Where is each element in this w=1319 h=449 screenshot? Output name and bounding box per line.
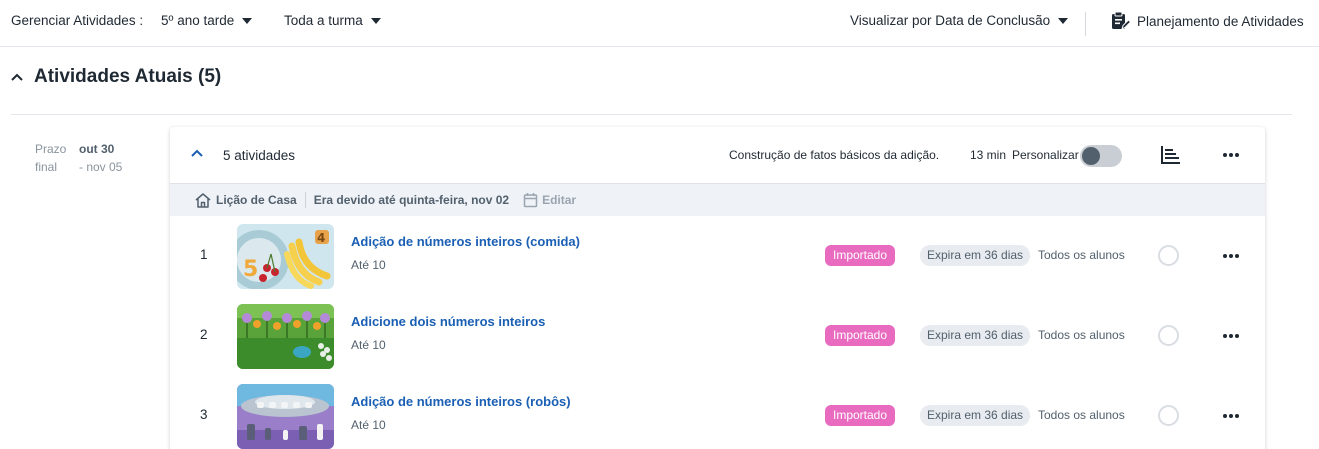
activity-group-card: 5 atividades Construção de fatos básicos…: [170, 127, 1265, 449]
class-dropdown[interactable]: 5º ano tarde: [161, 13, 253, 28]
group-dropdown-label: Toda a turma: [284, 13, 363, 28]
personalize-label: Personalizar: [1012, 148, 1079, 162]
activity-row: 1 5 4 Adição de números inteiros (comida…: [170, 216, 1265, 296]
activity-row: 2 Adicione dois números inteiros Até 10 …: [170, 296, 1265, 376]
toggle-knob: [1082, 147, 1100, 165]
activity-title-link[interactable]: Adição de números inteiros (comida): [351, 234, 580, 249]
more-options-icon[interactable]: [1222, 247, 1240, 265]
caret-down-icon: [242, 17, 253, 24]
manage-activities-label: Gerenciar Atividades :: [11, 13, 144, 28]
top-toolbar: Gerenciar Atividades : 5º ano tarde Toda…: [0, 0, 1319, 47]
svg-text:4: 4: [317, 231, 325, 245]
collapse-chevron-icon[interactable]: [190, 148, 204, 158]
report-chart-icon[interactable]: [1160, 145, 1182, 165]
activity-number: 2: [200, 327, 208, 342]
chevron-up-icon: [11, 73, 23, 81]
activity-thumbnail-flowers[interactable]: [237, 304, 334, 369]
planning-edit-icon: [1112, 11, 1131, 30]
due-date-range: Prazo out 30 final - nov 05: [35, 140, 122, 176]
view-by-dropdown-label: Visualizar por Data de Conclusão: [850, 13, 1051, 28]
status-circle[interactable]: [1158, 405, 1179, 426]
estimated-time: 13 min: [970, 148, 1007, 162]
activity-title-link[interactable]: Adição de números inteiros (robôs): [351, 394, 571, 409]
activity-number: 3: [200, 407, 208, 422]
homework-tag: Lição de Casa: [194, 192, 297, 208]
more-options-icon[interactable]: [1222, 146, 1240, 164]
personalize-toggle[interactable]: [1080, 145, 1122, 167]
imported-badge: Importado: [825, 405, 896, 426]
due-label-line2: final: [35, 160, 58, 174]
due-end-date: - nov 05: [79, 160, 123, 174]
activity-number: 1: [200, 247, 208, 262]
info-separator: [304, 192, 306, 208]
homework-label: Lição de Casa: [216, 193, 297, 207]
card-header: 5 atividades Construção de fatos básicos…: [170, 127, 1265, 184]
class-dropdown-label: 5º ano tarde: [161, 13, 235, 28]
home-icon: [195, 193, 211, 208]
assigned-to: Todos os alunos: [1038, 408, 1125, 422]
status-circle[interactable]: [1158, 245, 1179, 266]
imported-badge: Importado: [825, 325, 896, 346]
expiry-badge: Expira em 36 dias: [920, 245, 1031, 266]
status-circle[interactable]: [1158, 325, 1179, 346]
edit-button[interactable]: Editar: [523, 192, 576, 208]
activity-planning-label: Planejamento de Atividades: [1137, 13, 1304, 29]
activity-count: 5 atividades: [223, 148, 296, 163]
activity-level: Até 10: [351, 418, 386, 432]
calendar-icon: [523, 193, 538, 208]
toolbar-divider: [1085, 12, 1086, 36]
caret-down-icon: [370, 17, 381, 24]
activity-level: Até 10: [351, 258, 386, 272]
activity-thumbnail-robots[interactable]: [237, 384, 334, 449]
more-options-icon[interactable]: [1222, 407, 1240, 425]
activity-planning-button[interactable]: Planejamento de Atividades: [1109, 10, 1304, 32]
edit-label: Editar: [542, 193, 577, 207]
imported-badge: Importado: [825, 245, 896, 266]
group-description: Construção de fatos básicos da adição.: [729, 148, 940, 162]
section-divider: [11, 114, 1292, 115]
assigned-to: Todos os alunos: [1038, 328, 1125, 342]
activity-title-link[interactable]: Adicione dois números inteiros: [351, 314, 545, 329]
current-activities-header[interactable]: Atividades Atuais (5): [10, 66, 221, 88]
caret-down-icon: [1058, 17, 1069, 24]
due-text: Era devido até quinta-feira, nov 02: [313, 193, 510, 207]
svg-text:5: 5: [243, 257, 258, 282]
activity-row: 3 Adição de números inteiros (robôs) Até…: [170, 376, 1265, 449]
view-by-dropdown[interactable]: Visualizar por Data de Conclusão: [850, 13, 1069, 28]
expiry-badge: Expira em 36 dias: [920, 405, 1031, 426]
expiry-badge: Expira em 36 dias: [920, 325, 1031, 346]
more-options-icon[interactable]: [1222, 327, 1240, 345]
section-title: Atividades Atuais (5): [34, 66, 222, 87]
due-start-date: out 30: [79, 142, 115, 156]
activity-thumbnail-food[interactable]: 5 4: [237, 224, 334, 289]
assignment-info-bar: Lição de Casa Era devido até quinta-feir…: [170, 184, 1265, 216]
assigned-to: Todos os alunos: [1038, 248, 1125, 262]
activity-level: Até 10: [351, 338, 386, 352]
group-dropdown[interactable]: Toda a turma: [284, 13, 381, 28]
due-label-line1: Prazo: [35, 142, 67, 156]
